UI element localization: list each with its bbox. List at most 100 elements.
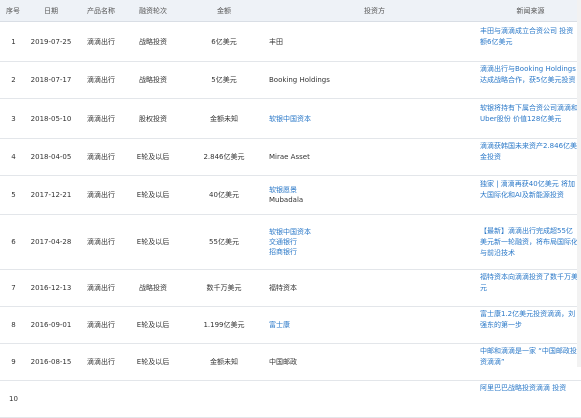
row-round: E轮及以后 — [127, 175, 179, 215]
row-investors: Booking Holdings — [269, 61, 480, 99]
row-round: 战略投资 — [127, 269, 179, 307]
row-product: 滴滴出行 — [75, 214, 127, 270]
news-link[interactable]: 阿里巴巴战略投资滴滴 投资 — [480, 381, 579, 417]
row-number: 3 — [0, 98, 27, 139]
row-product — [75, 380, 127, 418]
news-link[interactable]: 软银将持有下属合资公司滴滴和Uber股份 价值128亿美元 — [480, 101, 579, 137]
row-news: 富士康1.2亿美元投资滴滴，刘强东的第一步 — [480, 306, 581, 344]
investor-link[interactable]: 富士康 — [269, 320, 480, 330]
row-news: 中邮和滴滴是一家 “中国邮政投资滴滴” — [480, 343, 581, 381]
row-investors: 丰田 — [269, 21, 480, 62]
row-date: 2016-12-13 — [27, 269, 75, 307]
news-link[interactable]: 中邮和滴滴是一家 “中国邮政投资滴滴” — [480, 344, 579, 380]
row-date: 2017-04-28 — [27, 214, 75, 270]
row-news: 丰田与滴滴成立合资公司 投资额6亿美元 — [480, 21, 581, 62]
row-number: 2 — [0, 61, 27, 99]
row-news: 【最新】滴滴出行完成超55亿美元新一轮融资，将布局国际化与前沿技术 — [480, 214, 581, 270]
table-row: 2 2018-07-17 滴滴出行 战略投资 5亿美元 Booking Holdings 滴… — [0, 61, 581, 99]
row-investors: 软银中国资本 交通银行 招商银行 — [269, 214, 480, 270]
row-investors: 中国邮政 — [269, 343, 480, 381]
investor-link[interactable]: 软银愿景 — [269, 185, 480, 195]
row-news: 福特资本向滴滴投资了数千万美元 — [480, 269, 581, 307]
row-news: 滴滴获韩国未来资产2.846亿美金投资 — [480, 138, 581, 176]
row-product: 滴滴出行 — [75, 175, 127, 215]
row-number: 7 — [0, 269, 27, 307]
row-investors — [269, 380, 480, 418]
row-date: 2018-04-05 — [27, 138, 75, 176]
row-round: E轮及以后 — [127, 214, 179, 270]
table-row: 9 2016-08-15 滴滴出行 E轮及以后 金额未知 中国邮政 中邮和滴滴是一家 “中国… — [0, 343, 581, 381]
row-number: 4 — [0, 138, 27, 176]
row-news: 阿里巴巴战略投资滴滴 投资 — [480, 380, 581, 418]
header-date: 日期 — [27, 0, 75, 22]
news-link[interactable]: 滴滴获韩国未来资产2.846亿美金投资 — [480, 139, 579, 175]
row-date: 2019-07-25 — [27, 21, 75, 62]
row-news: 软银将持有下属合资公司滴滴和Uber股份 价值128亿美元 — [480, 98, 581, 139]
row-number: 1 — [0, 21, 27, 62]
row-date: 2016-09-01 — [27, 306, 75, 344]
row-amount: 2.846亿美元 — [179, 138, 269, 176]
row-amount: 数千万美元 — [179, 269, 269, 307]
vertical-scrollbar[interactable] — [577, 0, 581, 367]
row-investors: 富士康 — [269, 306, 480, 344]
row-product: 滴滴出行 — [75, 138, 127, 176]
funding-table: 序号 日期 产品名称 融资轮次 金额 投资方 新闻来源 1 2019-07-25 滴… — [0, 0, 581, 418]
row-amount: 40亿美元 — [179, 175, 269, 215]
row-amount — [179, 380, 269, 418]
row-investors: 福特资本 — [269, 269, 480, 307]
investor-link[interactable]: 软银中国资本 — [269, 227, 480, 237]
header-news: 新闻来源 — [480, 0, 581, 22]
row-date: 2018-07-17 — [27, 61, 75, 99]
row-amount: 5亿美元 — [179, 61, 269, 99]
table-row: 3 2018-05-10 滴滴出行 股权投资 金额未知 软银中国资本 软银将持有下属合资公司… — [0, 98, 581, 139]
investor-name: 福特资本 — [269, 284, 297, 292]
investor-name: Mubadala — [269, 196, 304, 204]
news-link[interactable]: 滴滴出行与Booking Holdings达成战略合作，获5亿美元投资 — [480, 62, 579, 98]
row-news: 独家 | 滴滴再获40亿美元 将加大国际化和AI及新能源投资 — [480, 175, 581, 215]
news-link[interactable]: 富士康1.2亿美元投资滴滴，刘强东的第一步 — [480, 307, 579, 343]
news-link[interactable]: 丰田与滴滴成立合资公司 投资额6亿美元 — [480, 24, 579, 60]
row-number: 10 — [0, 380, 27, 418]
row-product: 滴滴出行 — [75, 21, 127, 62]
row-amount: 1.199亿美元 — [179, 306, 269, 344]
investor-link[interactable]: 交通银行 — [269, 237, 480, 247]
header-round: 融资轮次 — [127, 0, 179, 22]
table-row: 8 2016-09-01 滴滴出行 E轮及以后 1.199亿美元 富士康 富士康1.2亿美元… — [0, 306, 581, 344]
news-link[interactable]: 福特资本向滴滴投资了数千万美元 — [480, 270, 579, 306]
row-amount: 55亿美元 — [179, 214, 269, 270]
investor-link[interactable]: 招商银行 — [269, 247, 480, 257]
row-amount: 6亿美元 — [179, 21, 269, 62]
table-header: 序号 日期 产品名称 融资轮次 金额 投资方 新闻来源 — [0, 0, 581, 22]
row-product: 滴滴出行 — [75, 343, 127, 381]
row-round: 战略投资 — [127, 21, 179, 62]
investor-link[interactable]: 软银中国资本 — [269, 114, 480, 124]
investor-name: 丰田 — [269, 37, 283, 46]
news-link[interactable]: 独家 | 滴滴再获40亿美元 将加大国际化和AI及新能源投资 — [480, 177, 579, 213]
table-row: 10 阿里巴巴战略投资滴滴 投资 — [0, 380, 581, 418]
header-investors: 投资方 — [269, 0, 480, 22]
row-number: 9 — [0, 343, 27, 381]
investor-name: Mirae Asset — [269, 153, 310, 161]
row-amount: 金额未知 — [179, 98, 269, 139]
row-number: 5 — [0, 175, 27, 215]
row-number: 6 — [0, 214, 27, 270]
row-investors: 软银中国资本 — [269, 98, 480, 139]
table-row: 6 2017-04-28 滴滴出行 E轮及以后 55亿美元 软银中国资本 交通银行 招商银行【… — [0, 214, 581, 270]
row-round: 股权投资 — [127, 98, 179, 139]
row-product: 滴滴出行 — [75, 269, 127, 307]
news-link[interactable]: 【最新】滴滴出行完成超55亿美元新一轮融资，将布局国际化与前沿技术 — [480, 224, 579, 260]
row-product: 滴滴出行 — [75, 306, 127, 344]
row-investors: 软银愿景 Mubadala — [269, 175, 480, 215]
row-amount: 金额未知 — [179, 343, 269, 381]
table-row: 7 2016-12-13 滴滴出行 战略投资 数千万美元 福特资本 福特资本向滴滴投资了数千… — [0, 269, 581, 307]
investor-name: 中国邮政 — [269, 358, 297, 366]
row-round: 战略投资 — [127, 61, 179, 99]
row-product: 滴滴出行 — [75, 61, 127, 99]
row-number: 8 — [0, 306, 27, 344]
row-investors: Mirae Asset — [269, 138, 480, 176]
row-round: E轮及以后 — [127, 138, 179, 176]
table-row: 5 2017-12-21 滴滴出行 E轮及以后 40亿美元 软银愿景 Mubadala 独家 … — [0, 175, 581, 215]
table-row: 4 2018-04-05 滴滴出行 E轮及以后 2.846亿美元 Mirae Asset 滴… — [0, 138, 581, 176]
table-row: 1 2019-07-25 滴滴出行 战略投资 6亿美元 丰田 丰田与滴滴成立合资公司 投资额… — [0, 21, 581, 62]
row-round: E轮及以后 — [127, 343, 179, 381]
